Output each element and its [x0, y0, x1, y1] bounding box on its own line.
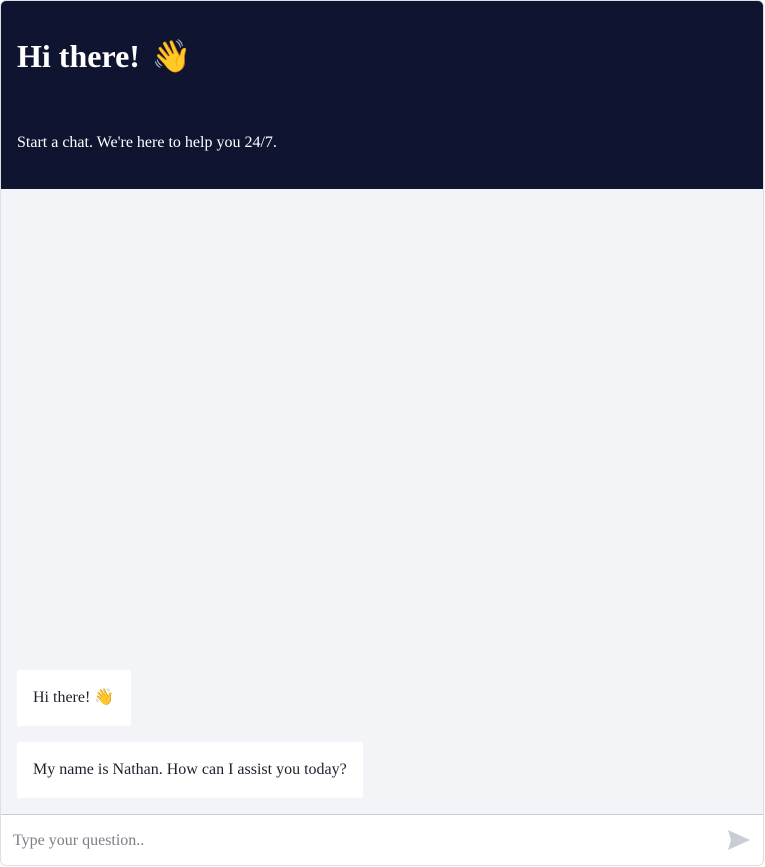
- waving-hand-icon: 👋: [151, 38, 192, 74]
- message-bubble: My name is Nathan. How can I assist you …: [17, 742, 363, 798]
- message-bubble: Hi there! 👋: [17, 670, 131, 726]
- question-input[interactable]: [1, 815, 701, 865]
- chat-title: Hi there! 👋: [17, 31, 192, 81]
- chat-subtitle: Start a chat. We're here to help you 24/…: [17, 134, 277, 151]
- chat-title-text: Hi there!: [17, 38, 140, 74]
- chat-widget: Hi there! 👋 Start a chat. We're here to …: [0, 0, 764, 866]
- chat-header: Hi there! 👋 Start a chat. We're here to …: [1, 1, 763, 189]
- message-composer: [1, 814, 763, 865]
- message-list[interactable]: Hi there! 👋 My name is Nathan. How can I…: [1, 189, 763, 814]
- send-button[interactable]: [725, 829, 753, 853]
- send-icon: [728, 830, 750, 850]
